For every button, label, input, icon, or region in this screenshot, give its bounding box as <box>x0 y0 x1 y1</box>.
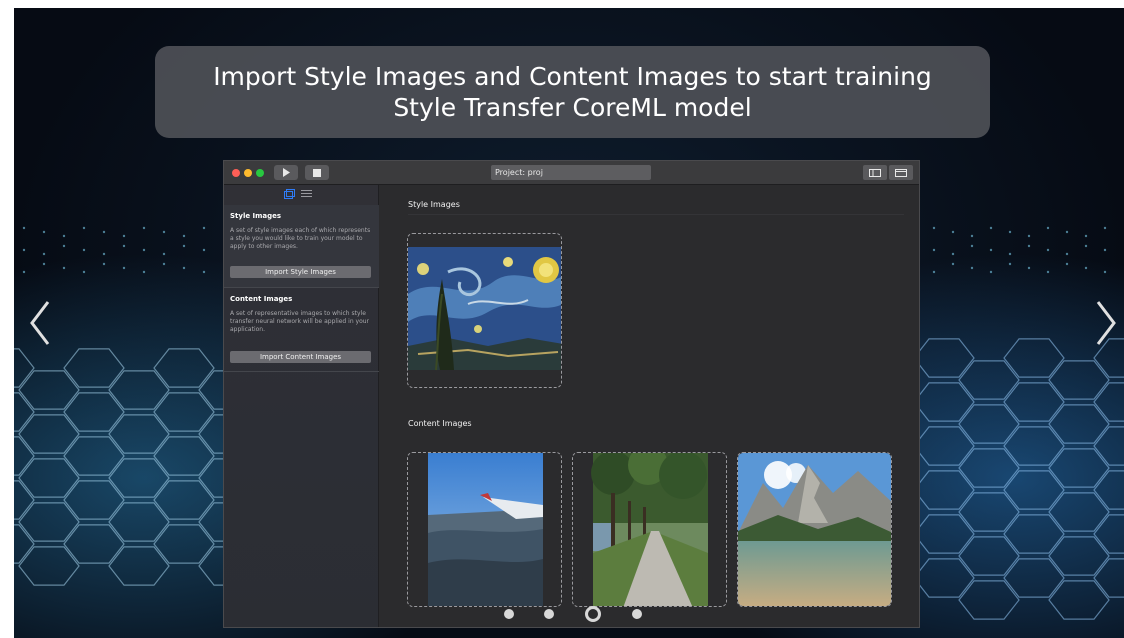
sidebar-tabs <box>284 189 312 201</box>
layout-split-icon <box>869 168 881 177</box>
content-image-tile[interactable] <box>572 452 727 607</box>
style-images-description: A set of style images each of which repr… <box>230 227 371 250</box>
divider <box>408 214 904 215</box>
content-images-title: Content Images <box>408 419 472 428</box>
style-images-section: Style Images A set of style images each … <box>224 205 379 288</box>
content-image-tile[interactable] <box>737 452 892 607</box>
caption-line-1: Import Style Images and Content Images t… <box>213 62 932 91</box>
next-slide-button[interactable] <box>1090 298 1120 348</box>
tree-lined-path-photo <box>573 453 726 606</box>
chevron-left-icon <box>30 301 50 345</box>
carousel-pagination <box>487 606 642 622</box>
pagination-dot[interactable] <box>544 609 554 619</box>
mountain-lake-photo <box>738 453 891 606</box>
import-content-images-button[interactable]: Import Content Images <box>230 351 371 363</box>
window-titlebar: Project: proj <box>224 161 919 185</box>
previous-slide-button[interactable] <box>26 298 56 348</box>
caption-line-2: Style Transfer CoreML model <box>393 93 752 122</box>
content-images-section: Content Images A set of representative i… <box>224 288 379 372</box>
pagination-dot[interactable] <box>632 609 642 619</box>
stop-icon <box>313 168 321 177</box>
import-style-images-button[interactable]: Import Style Images <box>230 266 371 278</box>
style-image-tile[interactable] <box>407 233 562 388</box>
run-button[interactable] <box>274 165 298 180</box>
zoom-window-button[interactable] <box>256 169 264 177</box>
airplane-window-photo <box>408 453 561 606</box>
stop-button[interactable] <box>305 165 329 180</box>
slide-caption: Import Style Images and Content Images t… <box>155 46 990 138</box>
chevron-right-icon <box>1096 301 1116 345</box>
play-icon <box>283 168 290 177</box>
pagination-dot-active[interactable] <box>585 606 601 622</box>
carousel-slide: Import Style Images and Content Images t… <box>14 8 1124 638</box>
project-name-field[interactable]: Project: proj <box>491 165 651 180</box>
main-panel: Style Images Content Images <box>380 185 919 627</box>
style-images-title: Style Images <box>408 200 460 209</box>
layout-single-button[interactable] <box>889 165 913 180</box>
app-window: Project: proj Style Images A set of styl… <box>223 160 920 628</box>
content-image-tile[interactable] <box>407 452 562 607</box>
minimize-window-button[interactable] <box>244 169 252 177</box>
list-icon[interactable] <box>301 189 312 199</box>
layout-split-button[interactable] <box>863 165 887 180</box>
pagination-dot[interactable] <box>504 609 514 619</box>
starry-night-thumbnail <box>408 234 561 387</box>
sidebar: Style Images A set of style images each … <box>224 185 379 627</box>
images-icon[interactable] <box>284 189 295 199</box>
layout-single-icon <box>895 168 907 177</box>
content-images-description: A set of representative images to which … <box>230 310 370 333</box>
close-window-button[interactable] <box>232 169 240 177</box>
style-images-heading: Style Images <box>230 212 282 220</box>
content-images-heading: Content Images <box>230 295 293 303</box>
layout-toggle <box>863 165 913 180</box>
